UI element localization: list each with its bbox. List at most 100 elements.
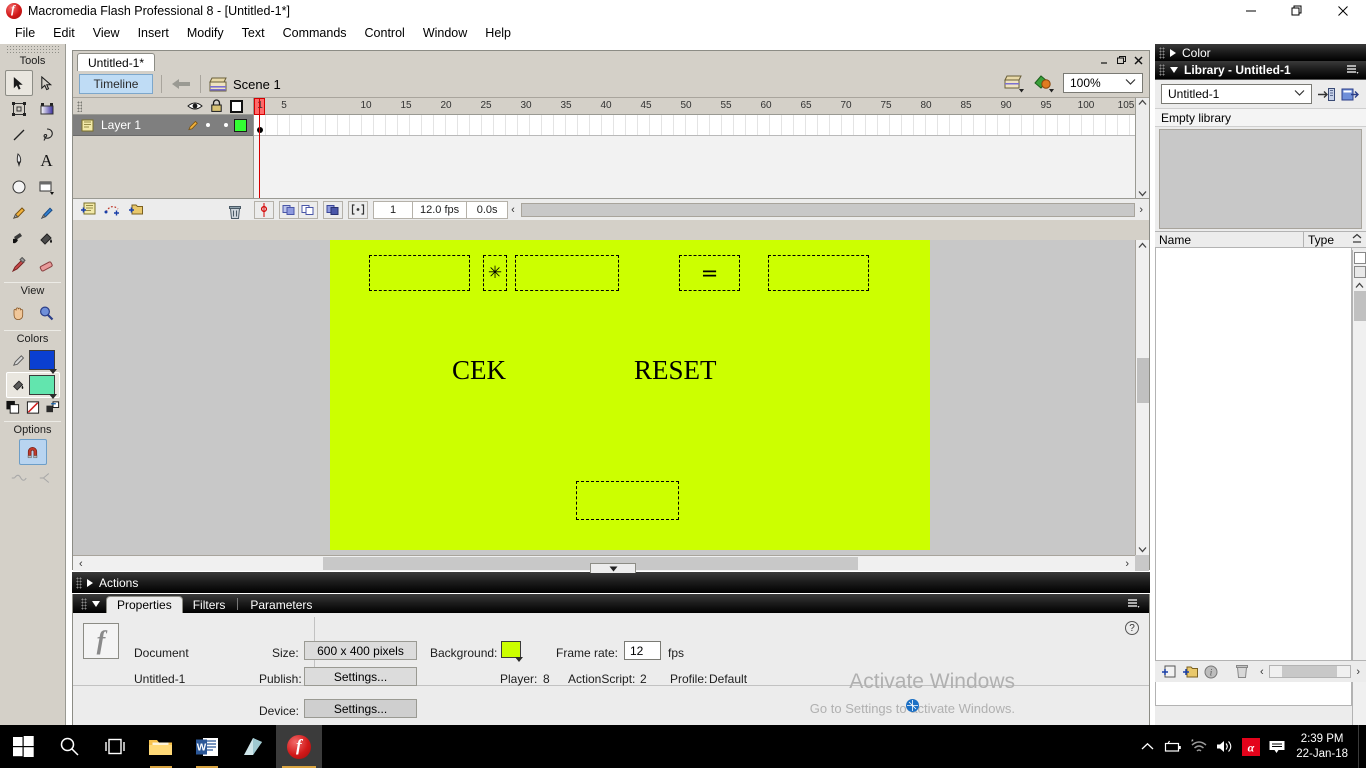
snap-to-objects-magnet-icon[interactable] (18, 439, 47, 465)
stroke-color-swatch[interactable] (28, 350, 57, 374)
center-frame-icon[interactable] (254, 200, 274, 219)
help-question-icon[interactable]: ? (1125, 621, 1139, 635)
size-button[interactable]: 600 x 400 pixels (304, 641, 417, 660)
text-icon[interactable]: A (33, 148, 61, 174)
smooth-icon[interactable] (5, 465, 33, 491)
actions-panel-grip[interactable] (76, 576, 82, 589)
menu-modify[interactable]: Modify (178, 24, 233, 42)
library-footer-right-arrow[interactable]: › (1356, 666, 1360, 678)
stage-vertical-scrollbar[interactable] (1135, 240, 1149, 555)
paint-bucket-icon[interactable] (33, 226, 61, 252)
add-motion-guide-icon[interactable] (104, 202, 122, 217)
store-button[interactable] (230, 725, 276, 768)
panel-options-icon[interactable] (1346, 64, 1360, 76)
edit-scene-icon[interactable] (1003, 73, 1025, 93)
library-vertical-scrollbar[interactable] (1352, 250, 1366, 726)
onion-skin-icon[interactable] (279, 200, 299, 219)
fill-color-swatch[interactable] (28, 375, 57, 399)
frame-rate-field[interactable]: 12.0 fps (412, 200, 468, 219)
stage-viewport[interactable]: ✳ = CEK RESET (73, 240, 1135, 555)
background-color-swatch[interactable] (501, 641, 523, 662)
frame-rate-input[interactable]: 12 (624, 641, 661, 660)
battery-button[interactable] (1160, 725, 1186, 768)
stage-scroll-up-arrow[interactable] (1138, 240, 1147, 249)
document-tab[interactable]: Untitled-1* (77, 53, 156, 71)
library-collapse-triangle-icon[interactable] (1170, 67, 1178, 73)
brush-icon[interactable] (33, 200, 61, 226)
delete-trash-icon[interactable] (1235, 664, 1249, 679)
arrow-select-icon[interactable] (4, 70, 33, 96)
timeline-horizontal-scrollbar[interactable] (520, 202, 1136, 217)
stage-canvas[interactable]: ✳ = CEK RESET (330, 240, 930, 550)
insert-folder-icon[interactable] (128, 202, 146, 217)
swap-colors-icon[interactable] (45, 400, 61, 415)
layers-grip[interactable] (77, 100, 82, 112)
expand-triangle-icon[interactable] (87, 578, 93, 587)
cek-button[interactable]: CEK (452, 355, 506, 386)
pen-icon[interactable] (5, 148, 33, 174)
zoom-magnifier-icon[interactable] (33, 300, 61, 326)
scroll-down-arrow-icon[interactable] (1138, 189, 1147, 198)
word-button[interactable]: W (184, 725, 230, 768)
answer-field[interactable] (576, 481, 679, 520)
eraser-icon[interactable] (33, 252, 61, 278)
stage-collapse-handle[interactable] (590, 563, 636, 573)
timeline-vertical-scrollbar[interactable] (1135, 98, 1149, 198)
volume-button[interactable] (1212, 725, 1238, 768)
flash-button[interactable]: f (276, 725, 322, 768)
pencil-icon[interactable] (186, 119, 200, 132)
clock[interactable]: 2:39 PM 22-Jan-18 (1290, 732, 1358, 762)
insert-layer-icon[interactable] (80, 202, 98, 217)
black-white-icon[interactable] (5, 400, 21, 415)
stage-scroll-down-arrow[interactable] (1138, 546, 1147, 555)
free-transform-icon[interactable] (5, 96, 33, 122)
equals-field[interactable]: = (679, 255, 740, 291)
menu-insert[interactable]: Insert (129, 24, 178, 42)
properties-icon[interactable]: i (1204, 665, 1218, 679)
color-panel-grip[interactable] (1159, 46, 1165, 59)
library-scroll-box2[interactable] (1354, 266, 1366, 278)
show-hidden-icons-button[interactable] (1134, 725, 1160, 768)
line-icon[interactable] (5, 122, 33, 148)
doc-minimize-button[interactable] (1097, 53, 1112, 68)
hand-icon[interactable] (5, 300, 33, 326)
library-footer-scroll-thumb[interactable] (1281, 666, 1337, 677)
current-frame-field[interactable]: 1 (373, 200, 413, 219)
edit-multiple-frames-icon[interactable] (323, 200, 343, 219)
library-footer-scrollbar[interactable] (1268, 665, 1352, 678)
color-panel-bar[interactable]: Color (1155, 44, 1366, 61)
properties-panel-grip[interactable] (81, 598, 87, 610)
library-column-name[interactable]: Name (1155, 232, 1304, 247)
timeline-scroll-right-arrow[interactable]: › (1137, 204, 1149, 216)
file-explorer-button[interactable] (138, 725, 184, 768)
sort-toggle-icon[interactable] (1351, 233, 1363, 245)
no-color-icon[interactable] (25, 400, 41, 415)
start-button[interactable] (0, 725, 46, 768)
delete-layer-trash-icon[interactable] (228, 205, 242, 220)
tab-parameters[interactable]: Parameters (240, 596, 322, 613)
onion-skin-outlines-icon[interactable] (298, 200, 318, 219)
layer-color-swatch[interactable] (234, 118, 247, 132)
color-expand-triangle-icon[interactable] (1170, 48, 1176, 57)
eye-icon[interactable] (187, 100, 203, 112)
menu-help[interactable]: Help (476, 24, 520, 42)
operator-multiply-field[interactable]: ✳ (483, 255, 507, 291)
minimize-button[interactable] (1228, 0, 1274, 22)
rectangle-icon[interactable] (33, 174, 61, 200)
operand-1-field[interactable] (369, 255, 470, 291)
elapsed-time-field[interactable]: 0.0s (466, 200, 509, 219)
device-settings-button[interactable]: Settings... (304, 699, 417, 718)
maximize-restore-button[interactable] (1274, 0, 1320, 22)
zoom-level-select[interactable]: 100% (1063, 73, 1143, 93)
oval-icon[interactable] (5, 174, 33, 200)
operand-2-field[interactable] (515, 255, 619, 291)
menu-edit[interactable]: Edit (44, 24, 84, 42)
publish-settings-button[interactable]: Settings... (304, 667, 417, 686)
frame-grid[interactable] (254, 115, 1135, 198)
timeline-scroll-left-arrow[interactable]: ‹ (507, 204, 519, 216)
scroll-up-arrow-icon[interactable] (1138, 98, 1147, 107)
close-button[interactable] (1320, 0, 1366, 22)
panel-options-icon[interactable] (1127, 598, 1141, 610)
library-footer-left-arrow[interactable]: ‹ (1260, 666, 1264, 678)
stage-scroll-left-arrow[interactable]: ‹ (73, 558, 89, 570)
